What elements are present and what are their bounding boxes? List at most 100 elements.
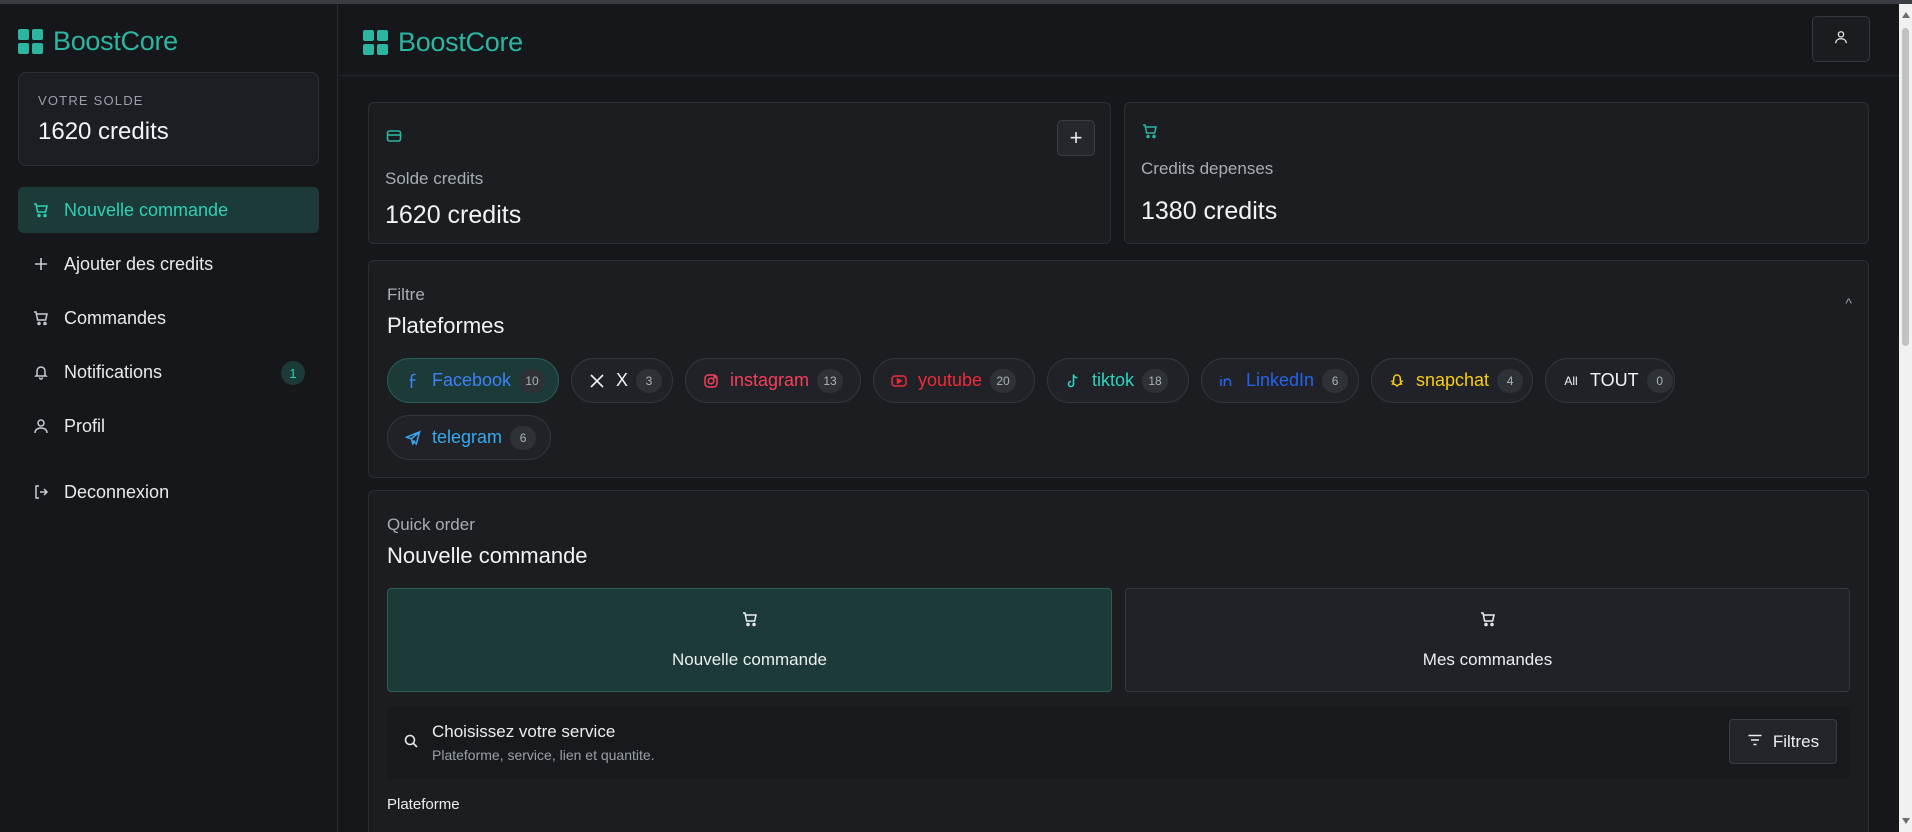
logout-label: Deconnexion <box>64 481 170 502</box>
user-icon <box>1834 30 1848 49</box>
page-scrollbar[interactable] <box>1899 4 1912 832</box>
chip-youtube[interactable]: youtube 20 <box>873 358 1035 403</box>
chip-count: 6 <box>510 425 537 450</box>
chip-linkedin[interactable]: LinkedIn 6 <box>1201 358 1359 403</box>
chip-count: 13 <box>817 368 844 393</box>
sidebar-item-commandes[interactable]: Commandes <box>18 295 319 341</box>
tab-label: Mes commandes <box>1422 649 1553 669</box>
telegram-icon <box>404 429 422 446</box>
chip-label: youtube <box>918 370 983 390</box>
stat-value: 1620 credits <box>385 201 522 229</box>
sidebar: BoostCore VOTRE SOLDE 1620 credits Nouve… <box>0 4 338 832</box>
filters-button[interactable]: Filtres <box>1729 719 1837 764</box>
sidebar-item-label: Nouvelle commande <box>64 199 229 220</box>
search-icon <box>403 733 419 754</box>
tab-label: Nouvelle commande <box>672 649 827 669</box>
spent-stat-card: Credits depenses 1380 credits <box>1124 102 1869 244</box>
logo-icon <box>18 29 43 54</box>
stat-label: Solde credits <box>385 169 484 188</box>
sidebar-item-profil[interactable]: Profil <box>18 403 319 449</box>
chip-facebook[interactable]: Facebook 10 <box>387 358 559 403</box>
cart-icon <box>32 309 50 327</box>
chip-count: 6 <box>1322 368 1349 393</box>
cart-icon <box>32 201 50 219</box>
collapse-icon[interactable]: ^ <box>1845 295 1852 311</box>
sidebar-nav: Nouvelle commande Ajouter des credits Co… <box>18 187 319 523</box>
plus-icon: + <box>1069 125 1083 150</box>
main-content: BoostCore + Solde credits 1620 credits C… <box>339 4 1899 832</box>
sidebar-item-nouvelle-commande[interactable]: Nouvelle commande <box>18 187 319 233</box>
filter-lines-icon <box>1747 732 1763 752</box>
chip-instagram[interactable]: instagram 13 <box>685 358 861 403</box>
service-search[interactable]: Choisissez votre service Plateforme, ser… <box>387 707 1850 779</box>
tiktok-icon <box>1064 373 1082 389</box>
all-icon: All <box>1564 373 1578 388</box>
chip-count: 20 <box>990 368 1017 393</box>
chip-tout[interactable]: All TOUT 0 <box>1545 358 1675 403</box>
chip-count: 10 <box>519 368 546 393</box>
chip-count: 4 <box>1497 368 1524 393</box>
chip-label: Facebook <box>432 370 512 390</box>
sidebar-item-label: Commandes <box>64 307 167 328</box>
chip-telegram[interactable]: telegram 6 <box>387 415 551 460</box>
sidebar-item-notifications[interactable]: Notifications 1 <box>18 349 319 395</box>
logout-button[interactable]: Deconnexion <box>18 469 319 515</box>
stat-label: Credits depenses <box>1141 159 1274 178</box>
search-subtitle: Plateforme, service, lien et quantite. <box>432 747 655 763</box>
chip-label: X <box>616 370 629 390</box>
facebook-icon <box>404 373 422 389</box>
filter-title: Plateformes <box>387 313 505 338</box>
scrollbar-thumb[interactable] <box>1902 28 1909 346</box>
header-brand[interactable]: BoostCore <box>363 27 523 58</box>
cart-icon <box>742 611 758 632</box>
chip-label: LinkedIn <box>1246 370 1315 390</box>
cart-icon <box>1142 123 1158 144</box>
logo-icon <box>363 30 388 55</box>
plus-icon <box>32 255 50 273</box>
chip-label: telegram <box>432 427 503 447</box>
sidebar-item-ajouter-credits[interactable]: Ajouter des credits <box>18 241 319 287</box>
tab-nouvelle-commande[interactable]: Nouvelle commande <box>387 588 1112 692</box>
chip-count: 18 <box>1142 368 1169 393</box>
wallet-icon <box>386 129 402 148</box>
scroll-up-icon[interactable] <box>1902 12 1910 18</box>
cart-icon <box>1480 611 1496 632</box>
sidebar-item-label: Notifications <box>64 361 163 382</box>
logout-icon <box>32 483 50 501</box>
chip-label: instagram <box>730 370 810 390</box>
balance-value: 1620 credits <box>38 118 169 145</box>
chip-count: 0 <box>1646 368 1673 393</box>
chip-count: 3 <box>636 368 663 393</box>
search-title: Choisissez votre service <box>432 722 616 741</box>
chip-label: tiktok <box>1092 370 1135 390</box>
instagram-icon <box>702 373 720 389</box>
balance-label: VOTRE SOLDE <box>38 93 144 108</box>
filters-label: Filtres <box>1772 731 1820 751</box>
brand-name: BoostCore <box>398 27 523 57</box>
balance-card: VOTRE SOLDE 1620 credits <box>18 72 319 166</box>
stat-value: 1380 credits <box>1141 197 1278 225</box>
sidebar-brand[interactable]: BoostCore <box>18 26 178 57</box>
chip-label: snapchat <box>1416 370 1490 390</box>
top-bar: BoostCore <box>339 4 1899 76</box>
chip-tiktok[interactable]: tiktok 18 <box>1047 358 1189 403</box>
scroll-down-icon[interactable] <box>1902 818 1910 824</box>
sidebar-item-label: Profil <box>64 415 106 436</box>
user-menu-button[interactable] <box>1812 16 1870 62</box>
platform-filter-card: Filtre Plateformes ^ Facebook 10 X 3 ins… <box>368 260 1869 478</box>
chip-x[interactable]: X 3 <box>571 358 673 403</box>
x-icon <box>588 373 606 389</box>
quick-order-card: Quick order Nouvelle commande Nouvelle c… <box>368 490 1869 832</box>
snapchat-icon <box>1388 373 1406 389</box>
balance-stat-card: + Solde credits 1620 credits <box>368 102 1111 244</box>
order-subtitle: Quick order <box>387 515 475 534</box>
filter-subtitle: Filtre <box>387 285 425 304</box>
youtube-icon <box>890 374 908 388</box>
chip-label: TOUT <box>1590 370 1639 390</box>
platform-field-label: Plateforme <box>387 796 460 813</box>
brand-name: BoostCore <box>53 26 178 56</box>
tab-mes-commandes[interactable]: Mes commandes <box>1125 588 1850 692</box>
linkedin-icon <box>1218 374 1236 388</box>
add-credits-button[interactable]: + <box>1057 120 1095 156</box>
chip-snapchat[interactable]: snapchat 4 <box>1371 358 1533 403</box>
